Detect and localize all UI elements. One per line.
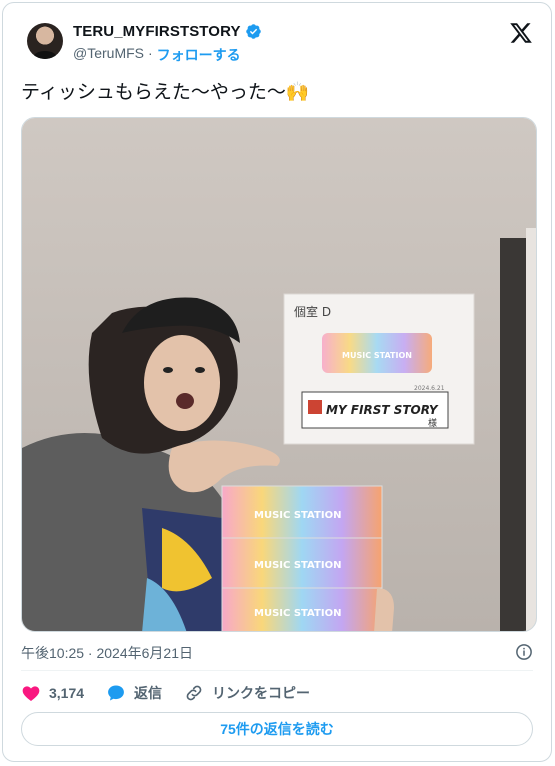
timestamp[interactable]: 午後10:25 · 2024年6月21日: [21, 645, 193, 661]
heart-icon: [22, 686, 40, 701]
follow-button[interactable]: フォローする: [157, 45, 241, 65]
sign-date-text: 2024.6.21: [414, 385, 445, 392]
reply-button[interactable]: 返信: [106, 683, 162, 703]
name-line: TERU_MYFIRSTSTORY: [73, 23, 262, 40]
verified-badge-icon: [245, 24, 261, 39]
copy-link-button[interactable]: リンクをコピー: [184, 683, 310, 703]
room-sign-text: 個室 D: [294, 304, 331, 319]
divider: [21, 670, 533, 671]
action-bar: 3,174 返信 リンクをコピー: [21, 682, 533, 704]
reply-bubble-icon: [108, 685, 124, 701]
photo-illustration: 個室 D MUSIC STATION 2024.6.21 MY FIRST ST…: [22, 118, 536, 631]
sign-logo-text: MUSIC STATION: [342, 351, 412, 360]
box-label-3: MUSIC STATION: [254, 608, 341, 619]
handle-line: @TeruMFS · フォローする: [73, 45, 241, 65]
box-label-1: MUSIC STATION: [254, 510, 341, 521]
sign-name-text: MY FIRST STORY: [326, 403, 439, 417]
tweet-text: ティッシュもらえた〜やった〜🙌: [21, 82, 310, 103]
link-icon: [186, 685, 202, 701]
sign-suffix-text: 様: [428, 417, 437, 429]
tweet-meta: 午後10:25 · 2024年6月21日: [21, 643, 533, 663]
separator: ·: [148, 45, 153, 61]
tweet-header: TERU_MYFIRSTSTORY @TeruMFS · フォローする: [21, 17, 533, 69]
tissue-boxes: MUSIC STATION MUSIC STATION MUSIC STATIO…: [221, 485, 383, 631]
reply-label: 返信: [134, 685, 163, 701]
like-button[interactable]: 3,174: [21, 683, 84, 703]
info-icon[interactable]: [515, 643, 533, 661]
like-count: 3,174: [49, 685, 85, 701]
display-name[interactable]: TERU_MYFIRSTSTORY: [73, 23, 241, 40]
x-logo-icon[interactable]: [509, 21, 533, 45]
tweet-embed-card: TERU_MYFIRSTSTORY @TeruMFS · フォローする ティッシ…: [2, 2, 552, 762]
tweet-photo[interactable]: 個室 D MUSIC STATION 2024.6.21 MY FIRST ST…: [21, 117, 537, 632]
handle[interactable]: @TeruMFS: [73, 45, 144, 65]
avatar[interactable]: [27, 23, 63, 59]
read-replies-button[interactable]: 75件の返信を読む: [21, 712, 533, 746]
copy-link-label: リンクをコピー: [212, 685, 311, 701]
box-label-2: MUSIC STATION: [254, 560, 341, 571]
